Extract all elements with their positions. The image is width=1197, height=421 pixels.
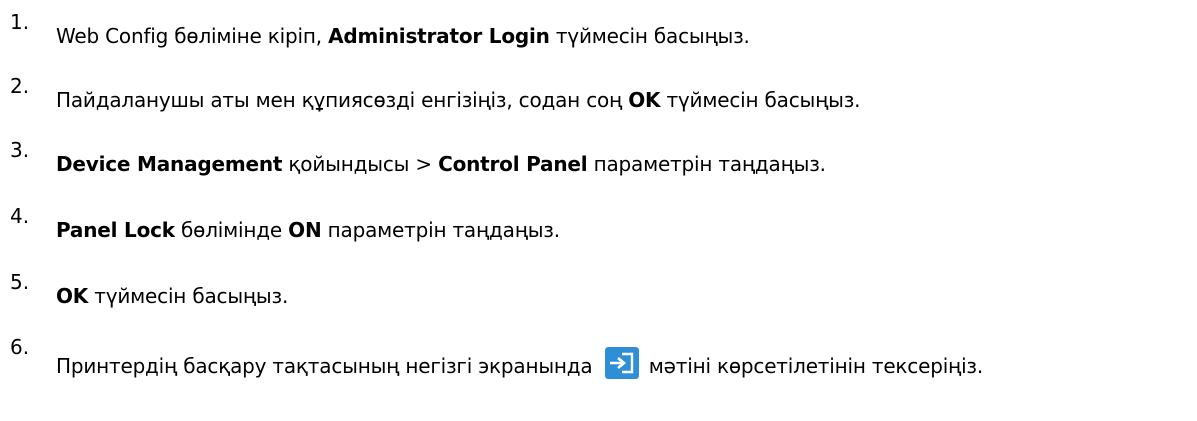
bold-term: OK	[56, 284, 89, 308]
bold-term: Administrator Login	[328, 24, 550, 48]
step-number: 1.	[10, 10, 30, 34]
step-text: Device Management қойындысы > Control Pa…	[56, 150, 826, 178]
step-text: OK түймесін басыңыз.	[56, 282, 288, 310]
step-number: 6.	[10, 335, 30, 359]
bold-term: Control Panel	[438, 152, 588, 176]
step-text-segment: параметрін таңдаңыз.	[321, 218, 560, 242]
step-text-segment: қойындысы >	[282, 152, 439, 176]
step-number: 3.	[10, 138, 30, 162]
step-number: 5.	[10, 270, 30, 294]
step-text: Принтердің басқару тақтасының негізгі эк…	[56, 347, 983, 380]
step-text: Panel Lock бөлімінде ON параметрін таңда…	[56, 216, 560, 244]
step-text-segment: мәтіні көрсетілетінін тексеріңіз.	[642, 354, 984, 378]
step-number: 2.	[10, 74, 30, 98]
step-text-segment: түймесін басыңыз.	[88, 284, 289, 308]
step-text-segment: бөлімінде	[174, 218, 289, 242]
step-text-segment: параметрін таңдаңыз.	[587, 152, 826, 176]
login-icon	[604, 347, 639, 379]
step-text: Web Config бөліміне кіріп, Administrator…	[56, 22, 750, 50]
step-text-segment: түймесін басыңыз.	[660, 88, 861, 112]
bold-term: Device Management	[56, 152, 283, 176]
bold-term: OK	[628, 88, 661, 112]
step-text: Пайдаланушы аты мен құпиясөзді енгізіңіз…	[56, 86, 861, 114]
step-text-segment: Принтердің басқару тақтасының негізгі эк…	[56, 354, 599, 378]
step-number: 4.	[10, 204, 30, 228]
step-text-segment: Пайдаланушы аты мен құпиясөзді енгізіңіз…	[56, 88, 629, 112]
step-text-segment: Web Config бөліміне кіріп,	[56, 24, 329, 48]
bold-term: ON	[288, 218, 322, 242]
instruction-steps: 1. Web Config бөліміне кіріп, Administrat…	[0, 0, 1197, 421]
step-text-segment: түймесін басыңыз.	[549, 24, 750, 48]
bold-term: Panel Lock	[56, 218, 175, 242]
